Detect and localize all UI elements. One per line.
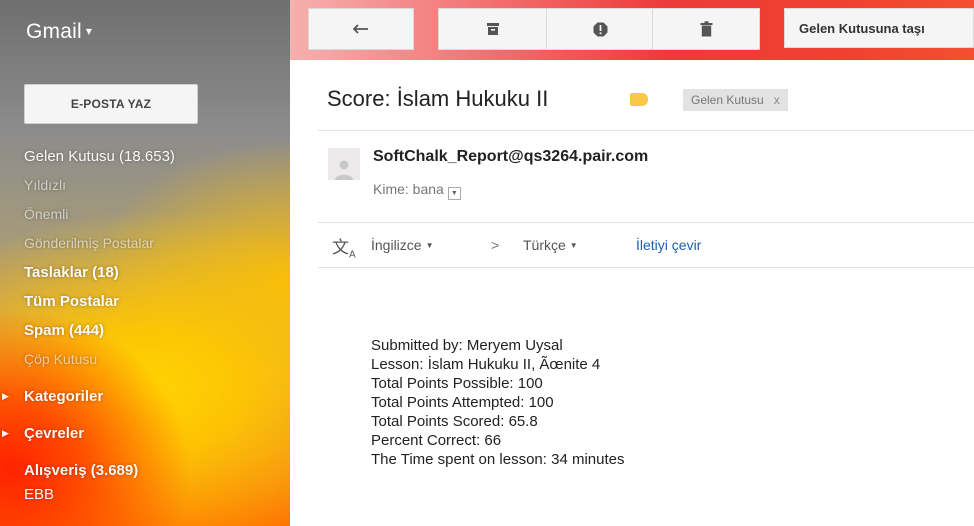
body-line: Submitted by: Meryem Uysal (371, 337, 563, 354)
body-line: Lesson: İslam Hukuku II, Ãœnite 4 (371, 356, 601, 373)
move-to-inbox-button[interactable]: Gelen Kutusuna taşı (784, 8, 974, 48)
translate-message-link[interactable]: İletiyi çevir (636, 237, 701, 253)
recipient-text: Kime: bana (373, 181, 444, 197)
compose-button[interactable]: E-POSTA YAZ (24, 84, 198, 124)
caret-down-icon: ▾ (85, 24, 93, 38)
report-spam-button[interactable] (546, 8, 654, 50)
source-language-label: İngilizce (371, 237, 422, 253)
message-body: Submitted by: Meryem Uysal Lesson: İslam… (371, 336, 624, 469)
body-line: The Time spent on lesson: 34 minutes (371, 451, 625, 468)
source-language-select[interactable]: İngilizce ▼ (371, 237, 434, 253)
message-subject: Score: İslam Hukuku II (327, 86, 549, 111)
divider (318, 130, 974, 131)
sidebar-item-inbox[interactable]: Gelen Kutusu (18.653) (24, 142, 175, 171)
gmail-menu[interactable]: Gmail ▾ (26, 20, 92, 44)
sidebar-item-starred[interactable]: Yıldızlı (24, 171, 175, 200)
archive-icon (487, 23, 499, 35)
avatar (328, 148, 360, 180)
toolbar: Gelen Kutusuna taşı (290, 0, 974, 60)
person-icon (335, 160, 353, 180)
delete-button[interactable] (652, 8, 760, 50)
sidebar-item-ebb[interactable]: EBB (24, 485, 175, 505)
archive-button[interactable] (438, 8, 548, 50)
caret-down-icon: ▼ (425, 241, 434, 250)
translate-icon: 文A (332, 238, 356, 261)
details-dropdown-icon[interactable]: ▼ (447, 187, 461, 200)
target-language-label: Türkçe (523, 237, 566, 253)
sidebar-item-important[interactable]: Önemli (24, 200, 175, 229)
body-line: Total Points Attempted: 100 (371, 394, 554, 411)
sidebar-item-all-mail[interactable]: Tüm Postalar (24, 287, 175, 316)
sidebar-item-trash[interactable]: Çöp Kutusu (24, 345, 175, 374)
report-spam-icon (593, 22, 607, 36)
sidebar-item-drafts[interactable]: Taslaklar (18) (24, 258, 175, 287)
sidebar-nav: Gelen Kutusu (18.653) Yıldızlı Önemli Gö… (2, 142, 175, 505)
expand-arrow-icon[interactable]: ▶ (2, 382, 9, 411)
label-tag-icon[interactable] (630, 93, 648, 106)
sidebar-item-sent[interactable]: Gönderilmiş Postalar (24, 229, 175, 258)
sidebar-item-label: Kategoriler (24, 388, 104, 405)
back-button[interactable] (308, 8, 414, 50)
body-line: Percent Correct: 66 (371, 432, 502, 449)
translate-bar: 文A İngilizce ▼ > Türkçe ▼ İletiyi çevir (318, 222, 974, 268)
sidebar: Gmail ▾ E-POSTA YAZ Gelen Kutusu (18.653)… (0, 0, 290, 526)
trash-icon (700, 21, 712, 37)
sidebar-item-categories[interactable]: ▶ Kategoriler (2, 382, 175, 411)
gmail-logo-text: Gmail (26, 20, 82, 43)
sidebar-item-circles[interactable]: ▶ Çevreler (2, 419, 175, 448)
expand-arrow-icon[interactable]: ▶ (2, 419, 9, 448)
caret-down-icon: ▼ (569, 241, 578, 250)
language-arrow-icon: > (491, 237, 500, 253)
body-line: Total Points Scored: 65.8 (371, 413, 538, 430)
sender-address[interactable]: SoftChalk_Report@qs3264.pair.com (373, 148, 648, 166)
body-line: Total Points Possible: 100 (371, 375, 543, 392)
inbox-label-chip[interactable]: Gelen Kutusu x (683, 89, 788, 111)
recipient-line: Kime: bana ▼ (373, 181, 461, 200)
target-language-select[interactable]: Türkçe ▼ (523, 237, 578, 253)
inbox-label-text: Gelen Kutusu (691, 93, 764, 107)
sidebar-item-spam[interactable]: Spam (444) (24, 316, 175, 345)
remove-label-icon[interactable]: x (774, 93, 780, 107)
reply-arrow-icon (353, 24, 368, 34)
sidebar-item-label: Çevreler (24, 425, 85, 442)
sidebar-item-shopping[interactable]: Alışveriş (3.689) (24, 456, 175, 485)
